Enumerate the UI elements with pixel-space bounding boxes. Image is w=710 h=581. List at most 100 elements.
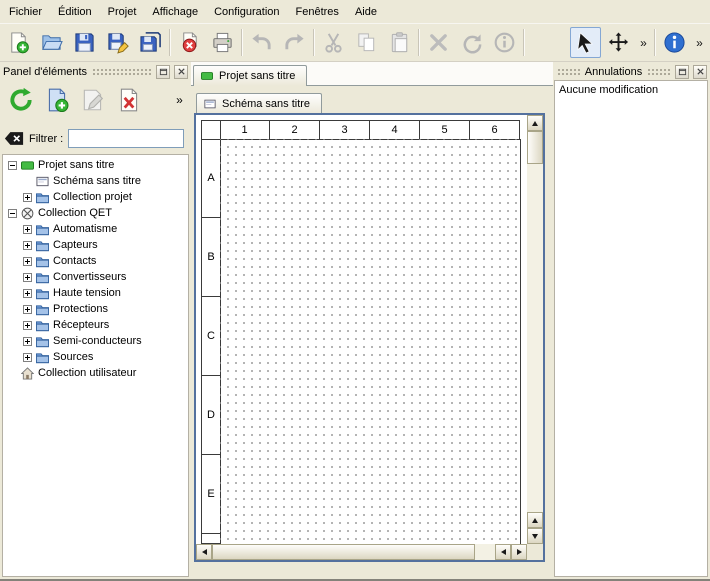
dock-grip[interactable]	[646, 67, 671, 76]
project-tab-label: Projet sans titre	[219, 70, 295, 82]
grid-area[interactable]	[220, 139, 521, 544]
float-panel-button[interactable]	[156, 65, 170, 79]
undo-panel-titlebar[interactable]: Annulations	[553, 62, 710, 80]
panel-overflow-button[interactable]: »	[172, 93, 187, 107]
tree-item-collection-utilisateur[interactable]: Collection utilisateur	[6, 365, 188, 381]
toolbar-group-help: »	[659, 27, 707, 58]
new-element-button[interactable]	[40, 84, 73, 117]
menu-affichage[interactable]: Affichage	[144, 1, 206, 23]
rotate-icon	[460, 31, 483, 54]
select-mode-icon	[574, 31, 597, 54]
dock-grip[interactable]	[556, 67, 581, 76]
column-header: 4	[370, 120, 420, 140]
close-file-button[interactable]	[174, 27, 205, 58]
save-as-button[interactable]	[102, 27, 133, 58]
tree-item-schema-sans-titre[interactable]: Schéma sans titre	[6, 173, 188, 189]
reload-collections-button[interactable]	[4, 84, 37, 117]
scroll-up-button[interactable]	[527, 115, 543, 131]
column-header: 2	[270, 120, 320, 140]
toolbar-separator	[523, 29, 525, 56]
project-tab[interactable]: Projet sans titre	[193, 65, 307, 86]
toolbar-overflow-button[interactable]: »	[636, 30, 651, 56]
menu-aide[interactable]: Aide	[347, 1, 385, 23]
about-qt-button[interactable]	[659, 27, 690, 58]
tree-item-automatisme[interactable]: Automatisme	[6, 221, 188, 237]
tree-item-capteurs[interactable]: Capteurs	[6, 237, 188, 253]
folder-icon	[36, 319, 49, 332]
tree-item-recepteurs[interactable]: Récepteurs	[6, 317, 188, 333]
filter-input[interactable]	[68, 129, 184, 148]
close-panel-button[interactable]	[174, 65, 188, 79]
diagram-view[interactable]: 123456 ABCDE	[194, 113, 545, 562]
plus-expander-icon[interactable]	[23, 321, 32, 330]
select-mode-button[interactable]	[570, 27, 601, 58]
minus-expander-icon[interactable]	[8, 161, 17, 170]
plus-expander-icon[interactable]	[23, 337, 32, 346]
tree-item-haute-tension[interactable]: Haute tension	[6, 285, 188, 301]
scroll-left-button[interactable]	[196, 544, 212, 560]
save-button[interactable]	[69, 27, 100, 58]
plus-expander-icon[interactable]	[23, 225, 32, 234]
clear-filter-icon[interactable]	[4, 131, 24, 146]
tree-item-collection-projet[interactable]: Collection projet	[6, 189, 188, 205]
float-panel-button[interactable]	[675, 65, 689, 79]
delete-element-button[interactable]	[112, 84, 145, 117]
open-project-icon	[40, 31, 63, 54]
plus-expander-icon[interactable]	[23, 353, 32, 362]
dock-grip[interactable]	[91, 67, 152, 76]
vertical-scroll-thumb[interactable]	[527, 131, 543, 164]
scroll-mode-button[interactable]	[603, 27, 634, 58]
undo-panel-title: Annulations	[585, 66, 643, 78]
left-arrow-icon	[202, 549, 207, 555]
tree-item-collection-qet[interactable]: Collection QET	[6, 205, 188, 221]
toolbar-group-project	[174, 27, 238, 58]
open-project-button[interactable]	[36, 27, 67, 58]
tree-item-label: Collection utilisateur	[38, 367, 136, 379]
plus-expander-icon[interactable]	[23, 257, 32, 266]
scroll-up-button-2[interactable]	[527, 512, 543, 528]
minus-expander-icon[interactable]	[8, 209, 17, 218]
new-document-icon	[7, 31, 30, 54]
tree-item-sources[interactable]: Sources	[6, 349, 188, 365]
tree-item-contacts[interactable]: Contacts	[6, 253, 188, 269]
scroll-right-button[interactable]	[511, 544, 527, 560]
print-button[interactable]	[207, 27, 238, 58]
close-panel-button[interactable]	[693, 65, 707, 79]
tree-item-semi-conducteurs[interactable]: Semi-conducteurs	[6, 333, 188, 349]
vertical-scrollbar[interactable]	[527, 115, 543, 544]
toolbar-overflow-button[interactable]: »	[692, 30, 707, 56]
plus-expander-icon[interactable]	[23, 305, 32, 314]
menu-fenetres[interactable]: Fenêtres	[288, 1, 347, 23]
menu-projet[interactable]: Projet	[100, 1, 145, 23]
elements-panel-titlebar[interactable]: Panel d'éléments	[0, 62, 191, 80]
tree-item-convertisseurs[interactable]: Convertisseurs	[6, 269, 188, 285]
undo-list[interactable]: Aucune modification	[554, 80, 708, 577]
plus-expander-icon[interactable]	[23, 241, 32, 250]
plus-expander-icon[interactable]	[23, 289, 32, 298]
tree-item-label: Récepteurs	[53, 319, 109, 331]
schema-tab[interactable]: Schéma sans titre	[196, 93, 322, 114]
horizontal-scroll-thumb[interactable]	[212, 544, 475, 560]
ruler-corner	[201, 120, 221, 140]
plus-expander-icon[interactable]	[23, 193, 32, 202]
scroll-left-button-2[interactable]	[495, 544, 511, 560]
menu-fichier[interactable]: Fichier	[1, 1, 50, 23]
scroll-down-button[interactable]	[527, 528, 543, 544]
new-document-button[interactable]	[3, 27, 34, 58]
about-qt-icon	[663, 31, 686, 54]
delete-icon	[427, 31, 450, 54]
folder-icon	[36, 255, 49, 268]
row-header: C	[201, 297, 221, 376]
diagram-paper[interactable]: 123456 ABCDE	[196, 115, 527, 544]
copy-button	[351, 27, 382, 58]
horizontal-scrollbar[interactable]	[196, 544, 527, 560]
tree-item-projet-sans-titre[interactable]: Projet sans titre	[6, 157, 188, 173]
scrollbar-corner	[527, 544, 543, 560]
tree-item-label: Schéma sans titre	[53, 175, 141, 187]
menu-edition[interactable]: Édition	[50, 1, 100, 23]
save-all-button[interactable]	[135, 27, 166, 58]
print-icon	[211, 31, 234, 54]
menu-configuration[interactable]: Configuration	[206, 1, 287, 23]
plus-expander-icon[interactable]	[23, 273, 32, 282]
tree-item-protections[interactable]: Protections	[6, 301, 188, 317]
